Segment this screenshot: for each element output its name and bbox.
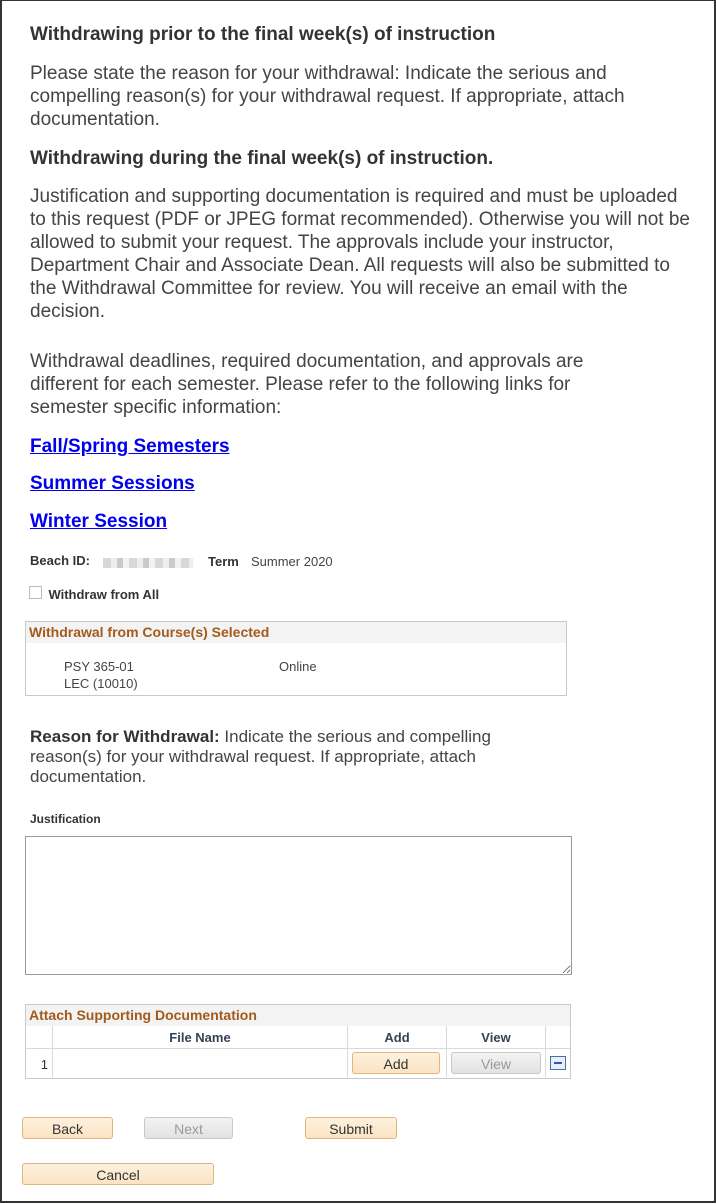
text-prior: Please state the reason for your withdra…: [30, 63, 625, 130]
attachment-row: 1 Add View: [26, 1048, 570, 1079]
col-file-name: File Name: [52, 1026, 348, 1049]
add-attachment-button[interactable]: Add: [352, 1052, 440, 1074]
heading-prior: Withdrawing prior to the final week(s) o…: [30, 24, 496, 45]
justification-label: Justification: [30, 812, 101, 826]
courses-group: Withdrawal from Course(s) Selected PSY 3…: [25, 621, 567, 696]
attachments-group-title: Attach Supporting Documentation: [26, 1005, 570, 1026]
reason-label: Reason for Withdrawal:: [30, 727, 220, 746]
view-attachment-button: View: [451, 1052, 541, 1074]
row-file-name: [52, 1048, 348, 1079]
row-number: 1: [40, 1056, 48, 1072]
term-label: Term: [208, 554, 239, 569]
link-summer[interactable]: Summer Sessions: [30, 473, 195, 495]
beach-id-label: Beach ID:: [30, 553, 90, 568]
attachments-group: Attach Supporting Documentation File Nam…: [25, 1004, 571, 1079]
col-num: [26, 1026, 53, 1049]
link-winter[interactable]: Winter Session: [30, 511, 167, 533]
submit-button[interactable]: Submit: [305, 1117, 397, 1139]
col-add: Add: [347, 1026, 447, 1049]
back-button[interactable]: Back: [22, 1117, 113, 1139]
withdraw-all-checkbox[interactable]: [29, 586, 42, 600]
course-mode: Online: [279, 659, 317, 674]
course-section: LEC (10010): [64, 676, 138, 691]
col-view: View: [446, 1026, 546, 1049]
next-button: Next: [144, 1117, 233, 1139]
justification-textarea[interactable]: [25, 836, 572, 975]
heading-final: Withdrawing during the final week(s) of …: [30, 148, 494, 169]
text-final: Justification and supporting documentati…: [30, 186, 690, 322]
reason-text: Reason for Withdrawal: Indicate the seri…: [30, 727, 550, 787]
withdraw-all-label: Withdraw from All: [48, 587, 160, 603]
beach-id-value-redacted: [103, 555, 193, 573]
cancel-button[interactable]: Cancel: [22, 1163, 214, 1185]
delete-row-icon[interactable]: [550, 1055, 566, 1070]
attachments-header-row: File Name Add View: [26, 1026, 570, 1049]
withdraw-all-row: Withdraw from All: [29, 584, 159, 602]
attachments-table: File Name Add View 1 Add View: [26, 1026, 570, 1079]
course-code: PSY 365-01: [64, 659, 134, 674]
text-deadlines: Withdrawal deadlines, required documenta…: [30, 351, 584, 418]
courses-group-title: Withdrawal from Course(s) Selected: [26, 622, 566, 643]
col-delete: [545, 1026, 570, 1049]
term-value: Summer 2020: [251, 554, 333, 569]
link-fall-spring[interactable]: Fall/Spring Semesters: [30, 436, 230, 458]
